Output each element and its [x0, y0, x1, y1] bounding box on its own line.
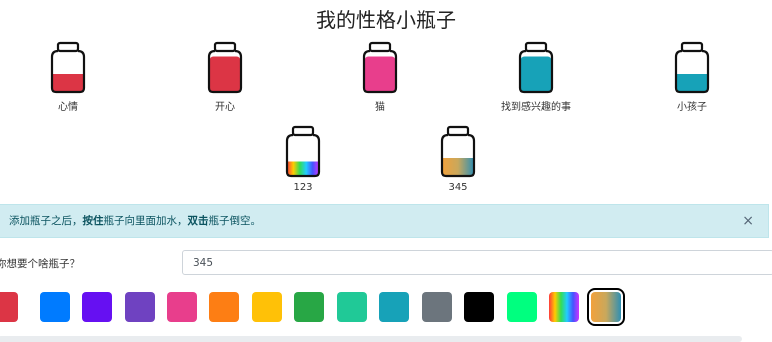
color-swatch[interactable] — [464, 292, 494, 322]
bottle-3[interactable]: 猫 — [356, 40, 404, 120]
info-alert: 添加瓶子之后，按住瓶子向里面加水，双击瓶子倒空。 × — [0, 204, 769, 238]
bottle-label: 猫 — [375, 102, 385, 113]
bottle-label: 123 — [293, 182, 313, 193]
alert-text-after: 瓶子倒空。 — [208, 215, 262, 227]
bottle-label: 开心 — [215, 102, 235, 113]
bottle-icon — [674, 41, 710, 94]
bottle-icon — [285, 125, 321, 178]
color-swatch[interactable] — [82, 292, 112, 322]
bottle-icon — [440, 125, 476, 178]
bottle-7[interactable]: 345 — [434, 124, 482, 204]
color-swatch[interactable] — [549, 292, 579, 322]
bottle-4[interactable]: 找到感兴趣的事 — [501, 40, 571, 120]
color-swatch[interactable] — [379, 292, 409, 322]
bottle-5[interactable]: 小孩子 — [668, 40, 716, 120]
color-swatch[interactable] — [507, 292, 537, 322]
alert-text-mid: 瓶子向里面加水， — [103, 215, 188, 227]
color-swatch[interactable] — [422, 292, 452, 322]
alert-text-before: 添加瓶子之后， — [9, 215, 83, 227]
color-swatch[interactable] — [252, 292, 282, 322]
color-swatch[interactable] — [125, 292, 155, 322]
page-title: 我的性格小瓶子 — [316, 8, 456, 32]
color-swatch[interactable] — [0, 292, 18, 322]
bottle-label: 小孩子 — [677, 102, 707, 113]
bottle-1[interactable]: 心情 — [44, 40, 92, 120]
bottle-label: 心情 — [58, 102, 78, 113]
bottle-icon — [518, 41, 554, 94]
color-swatch[interactable] — [40, 292, 70, 322]
bottle-name-label: 你想要个啥瓶子？ — [0, 258, 80, 270]
color-swatch[interactable] — [167, 292, 197, 322]
bottle-name-input[interactable] — [182, 250, 772, 275]
color-swatch[interactable] — [294, 292, 324, 322]
alert-bold-hold: 按住 — [82, 215, 104, 227]
bottom-bar — [0, 336, 742, 342]
close-button[interactable]: × — [742, 205, 754, 237]
bottle-icon — [50, 41, 86, 94]
color-swatch[interactable] — [209, 292, 239, 322]
bottle-2[interactable]: 开心 — [201, 40, 249, 120]
bottle-label: 找到感兴趣的事 — [501, 102, 571, 113]
color-swatch[interactable] — [337, 292, 367, 322]
bottle-icon — [207, 41, 243, 94]
color-swatch[interactable] — [587, 288, 625, 326]
bottle-icon — [362, 41, 398, 94]
bottle-label: 345 — [448, 182, 468, 193]
bottle-6[interactable]: 123 — [279, 124, 327, 204]
alert-bold-doubleclick: 双击 — [187, 215, 209, 227]
